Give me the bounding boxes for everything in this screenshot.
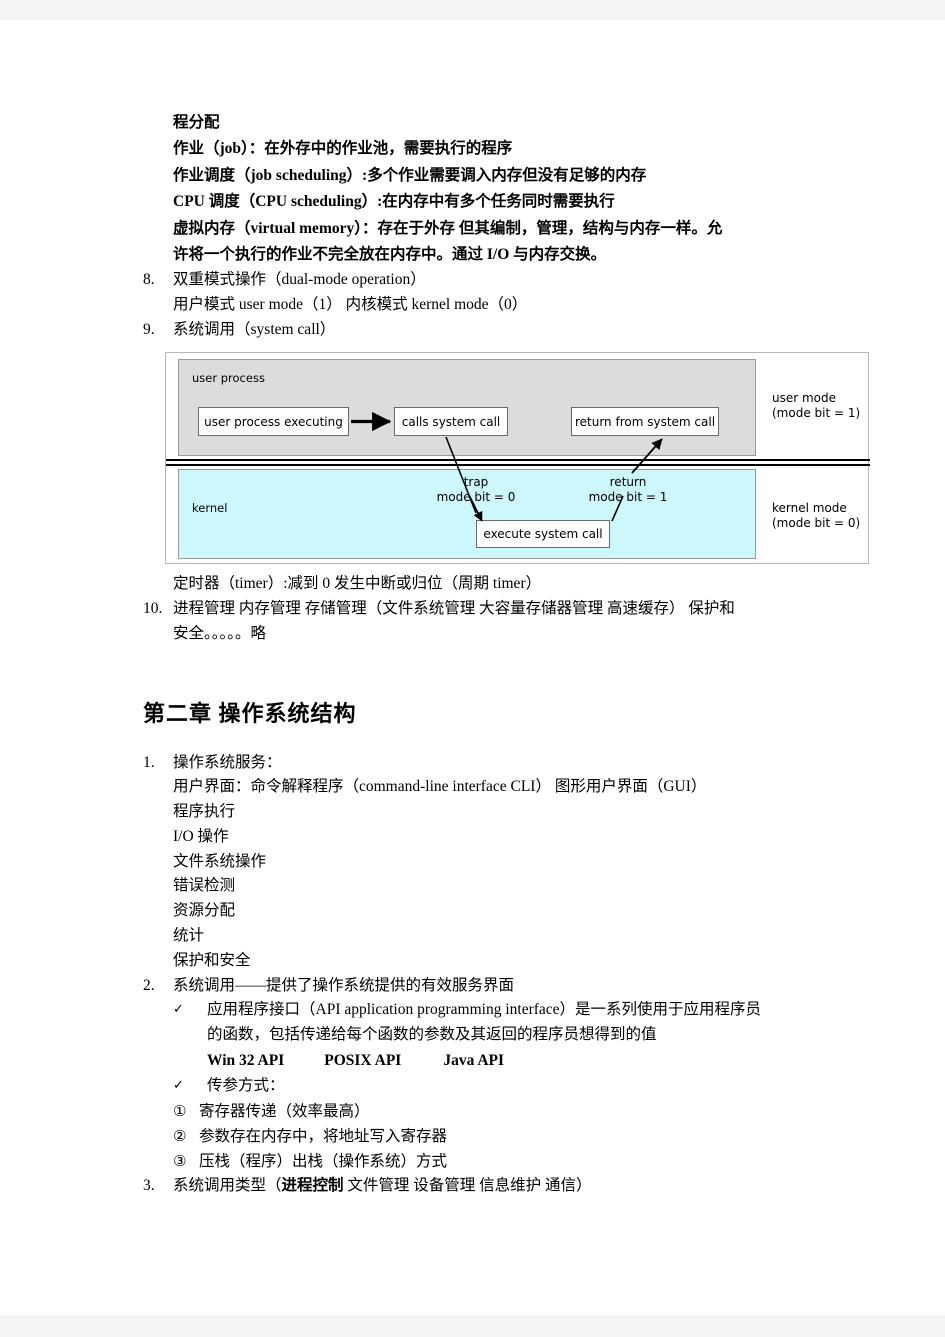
list-item-1-title: 操作系统服务：: [173, 753, 282, 771]
param-method-2-text: 参数存在内存中，将地址写入寄存器: [199, 1127, 448, 1145]
list-item-3-bold: 进程控制: [281, 1176, 344, 1194]
list-item-8: 8. 双重模式操作（dual-mode operation）: [143, 268, 823, 293]
timer-subline: 定时器（timer）:减到 0 发生中断或归位（周期 timer）: [173, 575, 542, 593]
circled-number-3: ③: [173, 1151, 187, 1170]
list-item-3-prefix: 系统调用类型（: [173, 1176, 282, 1194]
circled-number-1: ①: [173, 1101, 187, 1120]
os-service-protection: 保护和安全: [173, 951, 251, 969]
param-method-3: ③ 压栈（程序）出栈（操作系统）方式: [173, 1149, 823, 1174]
os-service-accounting: 统计: [173, 926, 205, 944]
param-method-1: ① 寄存器传递（效率最高）: [173, 1099, 823, 1124]
node-user-process-executing: user process executing: [198, 407, 349, 437]
list-marker-9: 9.: [143, 320, 155, 338]
user-mode-side-label-line1: user mode: [772, 391, 837, 406]
param-method-1-text: 寄存器传递（效率最高）: [199, 1102, 370, 1120]
page-content: 程分配 作业（job）：在外存中的作业池，需要执行的程序 作业调度（job sc…: [143, 110, 870, 1199]
system-call-figure: user process kernel user process executi…: [165, 352, 870, 565]
lead-line-5: 虚拟内存（virtual memory）：存在于外存 但其编制，管理，结构与内存…: [173, 219, 723, 237]
list-marker-2: 2.: [143, 976, 155, 994]
return-annotation-line1: return: [609, 475, 647, 490]
list-item-10-line2: 安全。。。。。略: [173, 624, 267, 642]
user-mode-side-label-line2: (mode bit = 1): [772, 406, 861, 421]
list-item-8-subline: 用户模式 user mode（1） 内核模式 kernel mode（0）: [173, 296, 528, 314]
lead-line-2: 作业（job）：在外存中的作业池，需要执行的程序: [173, 140, 513, 158]
check-item-api-text: 应用程序接口（API application programming inter…: [207, 998, 823, 1048]
api-java: Java API: [443, 1051, 505, 1069]
os-service-ui: 用户界面：命令解释程序（command-line interface CLI） …: [173, 778, 707, 796]
kernel-mode-side-label-line2: (mode bit = 0): [772, 516, 861, 531]
list-marker-1: 1.: [143, 753, 155, 771]
kernel-band-label: kernel: [192, 501, 228, 516]
check-item-api-line1: 应用程序接口（API application programming inter…: [207, 1001, 762, 1019]
list-item-10: 10. 进程管理 内存管理 存储管理（文件系统管理 大容量存储器管理 高速缓存）…: [143, 597, 823, 622]
list-item-8-title: 双重模式操作（dual-mode operation）: [173, 271, 426, 289]
list-item-3-text: 系统调用类型（进程控制 文件管理 设备管理 信息维护 通信）: [173, 1174, 823, 1199]
os-service-io: I/O 操作: [173, 827, 229, 845]
list-marker-3: 3.: [143, 1176, 155, 1194]
document-page: 程分配 作业（job）：在外存中的作业池，需要执行的程序 作业调度（job sc…: [0, 20, 945, 1315]
circled-number-2: ②: [173, 1126, 187, 1145]
node-return-from-system-call: return from system call: [571, 407, 719, 437]
check-item-param-passing-text: 传参方式：: [207, 1076, 285, 1094]
api-list: Win 32 API POSIX API Java API: [207, 1048, 823, 1074]
os-service-resource-alloc: 资源分配: [173, 902, 236, 920]
node-execute-system-call: execute system call: [476, 520, 610, 549]
node-calls-system-call: calls system call: [394, 407, 508, 437]
user-mode-side-label: user mode (mode bit = 1): [772, 391, 860, 421]
trap-annotation-line1: trap: [463, 475, 489, 490]
kernel-mode-side-label: kernel mode (mode bit = 0): [772, 501, 860, 531]
mode-separator-upper: [166, 459, 870, 462]
list-item-9: 9. 系统调用（system call）: [143, 318, 823, 343]
api-win32: Win 32 API: [207, 1051, 285, 1069]
mode-separator-lower: [166, 464, 870, 467]
return-annotation-line2: mode bit = 1: [588, 490, 668, 505]
lead-line-1: 程分配: [173, 114, 220, 131]
check-icon-2: ✓: [173, 1077, 184, 1093]
list-marker-8: 8.: [143, 271, 155, 289]
lead-line-6: 许将一个执行的作业不完全放在内存中。通过 I/O 与内存交换。: [173, 246, 607, 264]
check-item-api: ✓ 应用程序接口（API application programming int…: [173, 998, 823, 1048]
os-service-program-exec: 程序执行: [173, 803, 236, 820]
list-item-3-suffix: 文件管理 设备管理 信息维护 通信）: [343, 1176, 592, 1194]
check-item-api-line2: 的函数，包括传递给每个函数的参数及其返回的程序员想得到的值: [207, 1025, 657, 1043]
api-posix: POSIX API: [324, 1051, 402, 1069]
os-service-error-detect: 错误检测: [173, 877, 236, 895]
list-item-1: 1. 操作系统服务：: [143, 751, 823, 776]
list-item-9-title: 系统调用（system call）: [173, 320, 336, 338]
trap-annotation-line2: mode bit = 0: [436, 490, 516, 505]
trap-annotation: trap mode bit = 0: [416, 475, 536, 505]
list-item-2: 2. 系统调用——提供了操作系统提供的有效服务界面: [143, 974, 823, 999]
check-item-param-passing: ✓ 传参方式：: [173, 1074, 823, 1099]
param-method-3-text: 压栈（程序）出栈（操作系统）方式: [199, 1152, 448, 1170]
chapter-heading: 第二章 操作系统结构: [143, 700, 357, 726]
lead-block: 程分配 作业（job）：在外存中的作业池，需要执行的程序 作业调度（job sc…: [173, 110, 823, 268]
user-process-band-label: user process: [192, 371, 265, 386]
check-icon: ✓: [173, 1002, 184, 1018]
lead-line-3: 作业调度（job scheduling）:多个作业需要调入内存但没有足够的内存: [173, 166, 647, 184]
list-marker-10: 10.: [143, 600, 163, 618]
list-item-10-line1: 进程管理 内存管理 存储管理（文件系统管理 大容量存储器管理 高速缓存） 保护和: [173, 600, 735, 618]
param-method-2: ② 参数存在内存中，将地址写入寄存器: [173, 1124, 823, 1149]
os-service-filesystem: 文件系统操作: [173, 852, 267, 870]
list-item-3: 3. 系统调用类型（进程控制 文件管理 设备管理 信息维护 通信）: [143, 1174, 823, 1199]
kernel-mode-side-label-line1: kernel mode: [772, 501, 847, 516]
lead-line-4: CPU 调度（CPU scheduling）:在内存中有多个任务同时需要执行: [173, 193, 615, 211]
list-item-2-title: 系统调用——提供了操作系统提供的有效服务界面: [173, 976, 515, 994]
return-annotation: return mode bit = 1: [568, 475, 688, 505]
